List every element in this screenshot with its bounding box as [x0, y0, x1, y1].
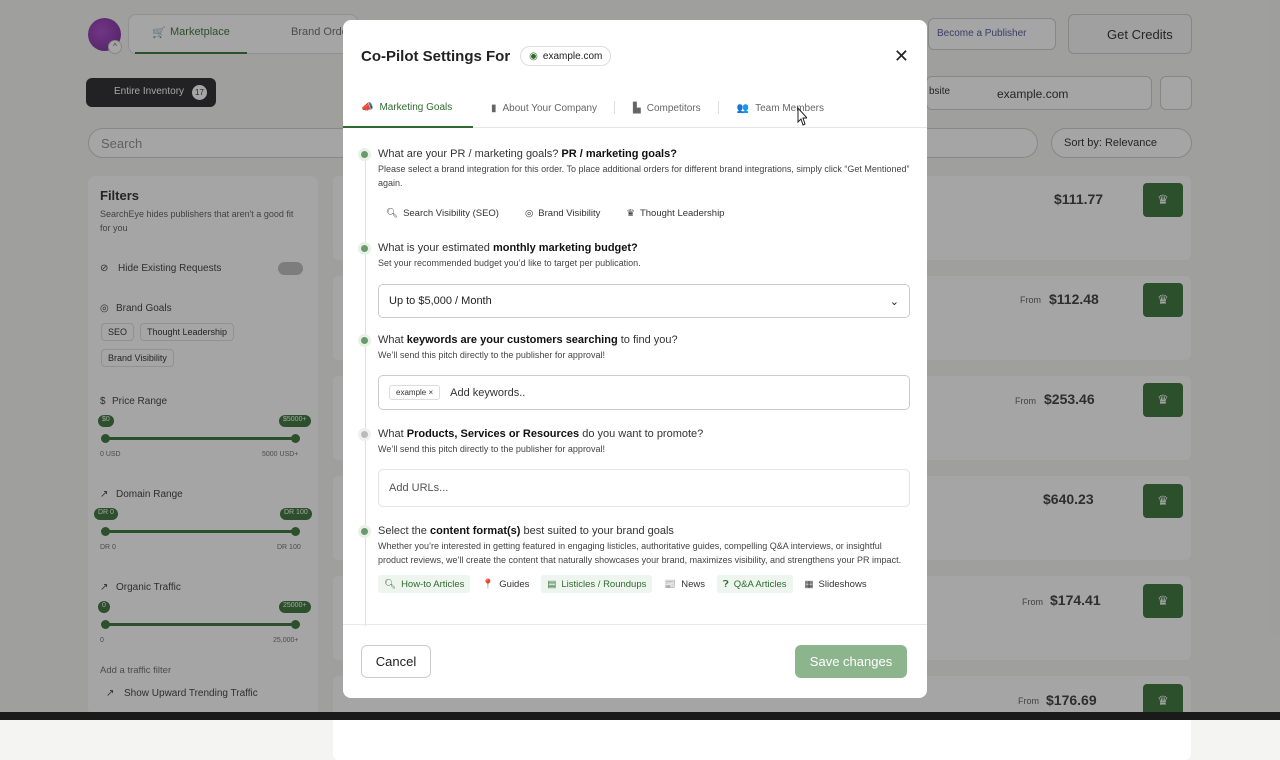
question-bold: Products, Services or Resources	[406, 428, 580, 440]
budget-select[interactable]: Up to $5,000 / Month ⌄	[378, 284, 910, 318]
question-format: Select the content format(s) best suited…	[378, 523, 912, 539]
close-icon[interactable]: ✕	[894, 46, 909, 67]
question-desc: Whether you’re interested in getting fea…	[378, 541, 902, 565]
question-bold: keywords are your customers searching	[406, 334, 618, 346]
question-goals: What are your PR / marketing goals? PR /…	[378, 146, 912, 162]
format-label: How-to Articles	[401, 578, 465, 590]
format-label: Q&A Articles	[733, 578, 787, 590]
tab-label: About Your Company	[502, 102, 598, 114]
copilot-settings-modal: Co-Pilot Settings For ◉ example.com ✕ 📣 …	[343, 20, 927, 698]
keyword-chip[interactable]: example ×	[389, 385, 441, 400]
step-dot	[361, 337, 368, 344]
modal-title: Co-Pilot Settings For	[361, 47, 511, 65]
chevron-down-icon: ⌄	[889, 296, 899, 308]
users-icon: 👥	[736, 102, 750, 114]
step-keywords: What keywords are your customers searchi…	[361, 332, 912, 410]
step-dot	[361, 528, 368, 535]
step-dot	[361, 431, 368, 438]
save-changes-button[interactable]: Save changes	[795, 645, 907, 678]
modal-header: Co-Pilot Settings For ◉ example.com	[361, 46, 612, 66]
format-option[interactable]: ▦ Slideshows	[799, 575, 873, 593]
question-products: What Products, Services or Resources do …	[378, 426, 912, 442]
goal-option[interactable]: ♛ Thought Leadership	[618, 202, 732, 224]
urls-input[interactable]: Add URLs...	[378, 469, 910, 507]
pin-icon: 📍	[482, 578, 495, 590]
step-marketing-goals: What are your PR / marketing goals? PR /…	[361, 146, 912, 224]
slides-icon: ▦	[804, 578, 814, 590]
steps-timeline	[365, 156, 366, 626]
question-text: best suited to your brand goals	[520, 525, 674, 537]
goal-option[interactable]: ◎ Brand Visibility	[517, 202, 608, 224]
goal-option[interactable]: 🔍︎ Search Visibility (SEO)	[378, 202, 507, 224]
format-label: Listicles / Roundups	[561, 578, 647, 590]
modal-tabs: 📣 Marketing Goals ▮ About Your Company ▙…	[343, 88, 927, 128]
bottom-bar	[0, 712, 1280, 720]
budget-value: Up to $5,000 / Month	[389, 295, 492, 307]
question-desc: Set your recommended budget you’d like t…	[378, 258, 641, 268]
question-text: to find you?	[617, 334, 678, 346]
question-desc: We’ll send this pitch directly to the pu…	[378, 350, 605, 360]
newspaper-icon: 📰	[664, 578, 677, 590]
modal-footer: Cancel Save changes	[343, 624, 927, 698]
tab-label: Competitors	[646, 102, 701, 114]
question-text: Select the	[378, 525, 430, 537]
format-label: Slideshows	[818, 578, 867, 590]
keywords-placeholder: Add keywords..	[450, 386, 526, 399]
question-text: What are your PR / marketing goals?	[378, 148, 562, 160]
format-option[interactable]: ❓︎ Q&A Articles	[717, 575, 793, 593]
urls-placeholder: Add URLs...	[389, 482, 449, 494]
site-chip: ◉ example.com	[520, 46, 612, 66]
mouse-cursor-icon	[797, 107, 807, 126]
format-options: 🔍︎ How-to Articles 📍 Guides ▤ Listicles / R…	[378, 575, 912, 593]
tab-about-your-company[interactable]: ▮ About Your Company	[473, 88, 616, 128]
format-label: News	[681, 578, 705, 590]
tab-label: Marketing Goals	[379, 101, 453, 113]
format-option[interactable]: 📰 News	[658, 575, 711, 593]
list-icon: ▤	[547, 578, 557, 590]
question-desc: We’ll send this pitch directly to the pu…	[378, 444, 605, 454]
site-chip-label: example.com	[542, 50, 603, 62]
step-dot	[361, 245, 368, 252]
building-icon: ▮	[491, 102, 497, 114]
tab-label: Team Members	[755, 102, 824, 114]
format-label: Guides	[499, 578, 530, 590]
goal-label: Thought Leadership	[639, 207, 725, 219]
question-bold: monthly marketing budget?	[492, 242, 638, 254]
question-bold: content format(s)	[429, 525, 521, 537]
eye-icon: ◉	[529, 50, 538, 62]
search-icon: 🔍︎	[384, 578, 397, 590]
keywords-input[interactable]: example × Add keywords..	[378, 375, 910, 410]
tab-marketing-goals[interactable]: 📣 Marketing Goals	[343, 88, 473, 128]
factory-icon: ▙	[633, 102, 641, 114]
question-text: What is your estimated	[378, 242, 493, 254]
target-icon: ◎	[524, 207, 534, 219]
question-text: do you want to promote?	[579, 428, 704, 440]
question-text: What	[378, 428, 407, 440]
question-text: What	[378, 334, 407, 346]
megaphone-icon: 📣	[361, 101, 374, 113]
step-content-format: Select the content format(s) best suited…	[361, 523, 912, 593]
cancel-button[interactable]: Cancel	[361, 645, 431, 678]
search-icon: 🔍︎	[386, 207, 399, 219]
question-budget: What is your estimated monthly marketing…	[378, 240, 912, 256]
format-option[interactable]: ▤ Listicles / Roundups	[541, 575, 653, 593]
format-option[interactable]: 🔍︎ How-to Articles	[378, 575, 471, 593]
question-desc: Please select a brand integration for th…	[378, 164, 910, 188]
goal-label: Search Visibility (SEO)	[403, 207, 499, 219]
question-keywords: What keywords are your customers searchi…	[378, 332, 912, 348]
goal-options: 🔍︎ Search Visibility (SEO) ◎ Brand Visibil…	[378, 202, 912, 224]
step-dot	[361, 151, 368, 158]
step-products: What Products, Services or Resources do …	[361, 426, 912, 507]
question-icon: ❓︎	[723, 578, 729, 590]
format-option[interactable]: 📍 Guides	[476, 575, 535, 593]
goal-label: Brand Visibility	[538, 207, 601, 219]
crown-icon: ♛	[626, 207, 635, 219]
modal-body[interactable]: What are your PR / marketing goals? PR /…	[343, 128, 927, 628]
question-bold: PR / marketing goals?	[561, 148, 677, 160]
tab-team-members[interactable]: 👥 Team Members	[719, 88, 842, 128]
tab-competitors[interactable]: ▙ Competitors	[615, 88, 719, 128]
step-budget: What is your estimated monthly marketing…	[361, 240, 912, 318]
